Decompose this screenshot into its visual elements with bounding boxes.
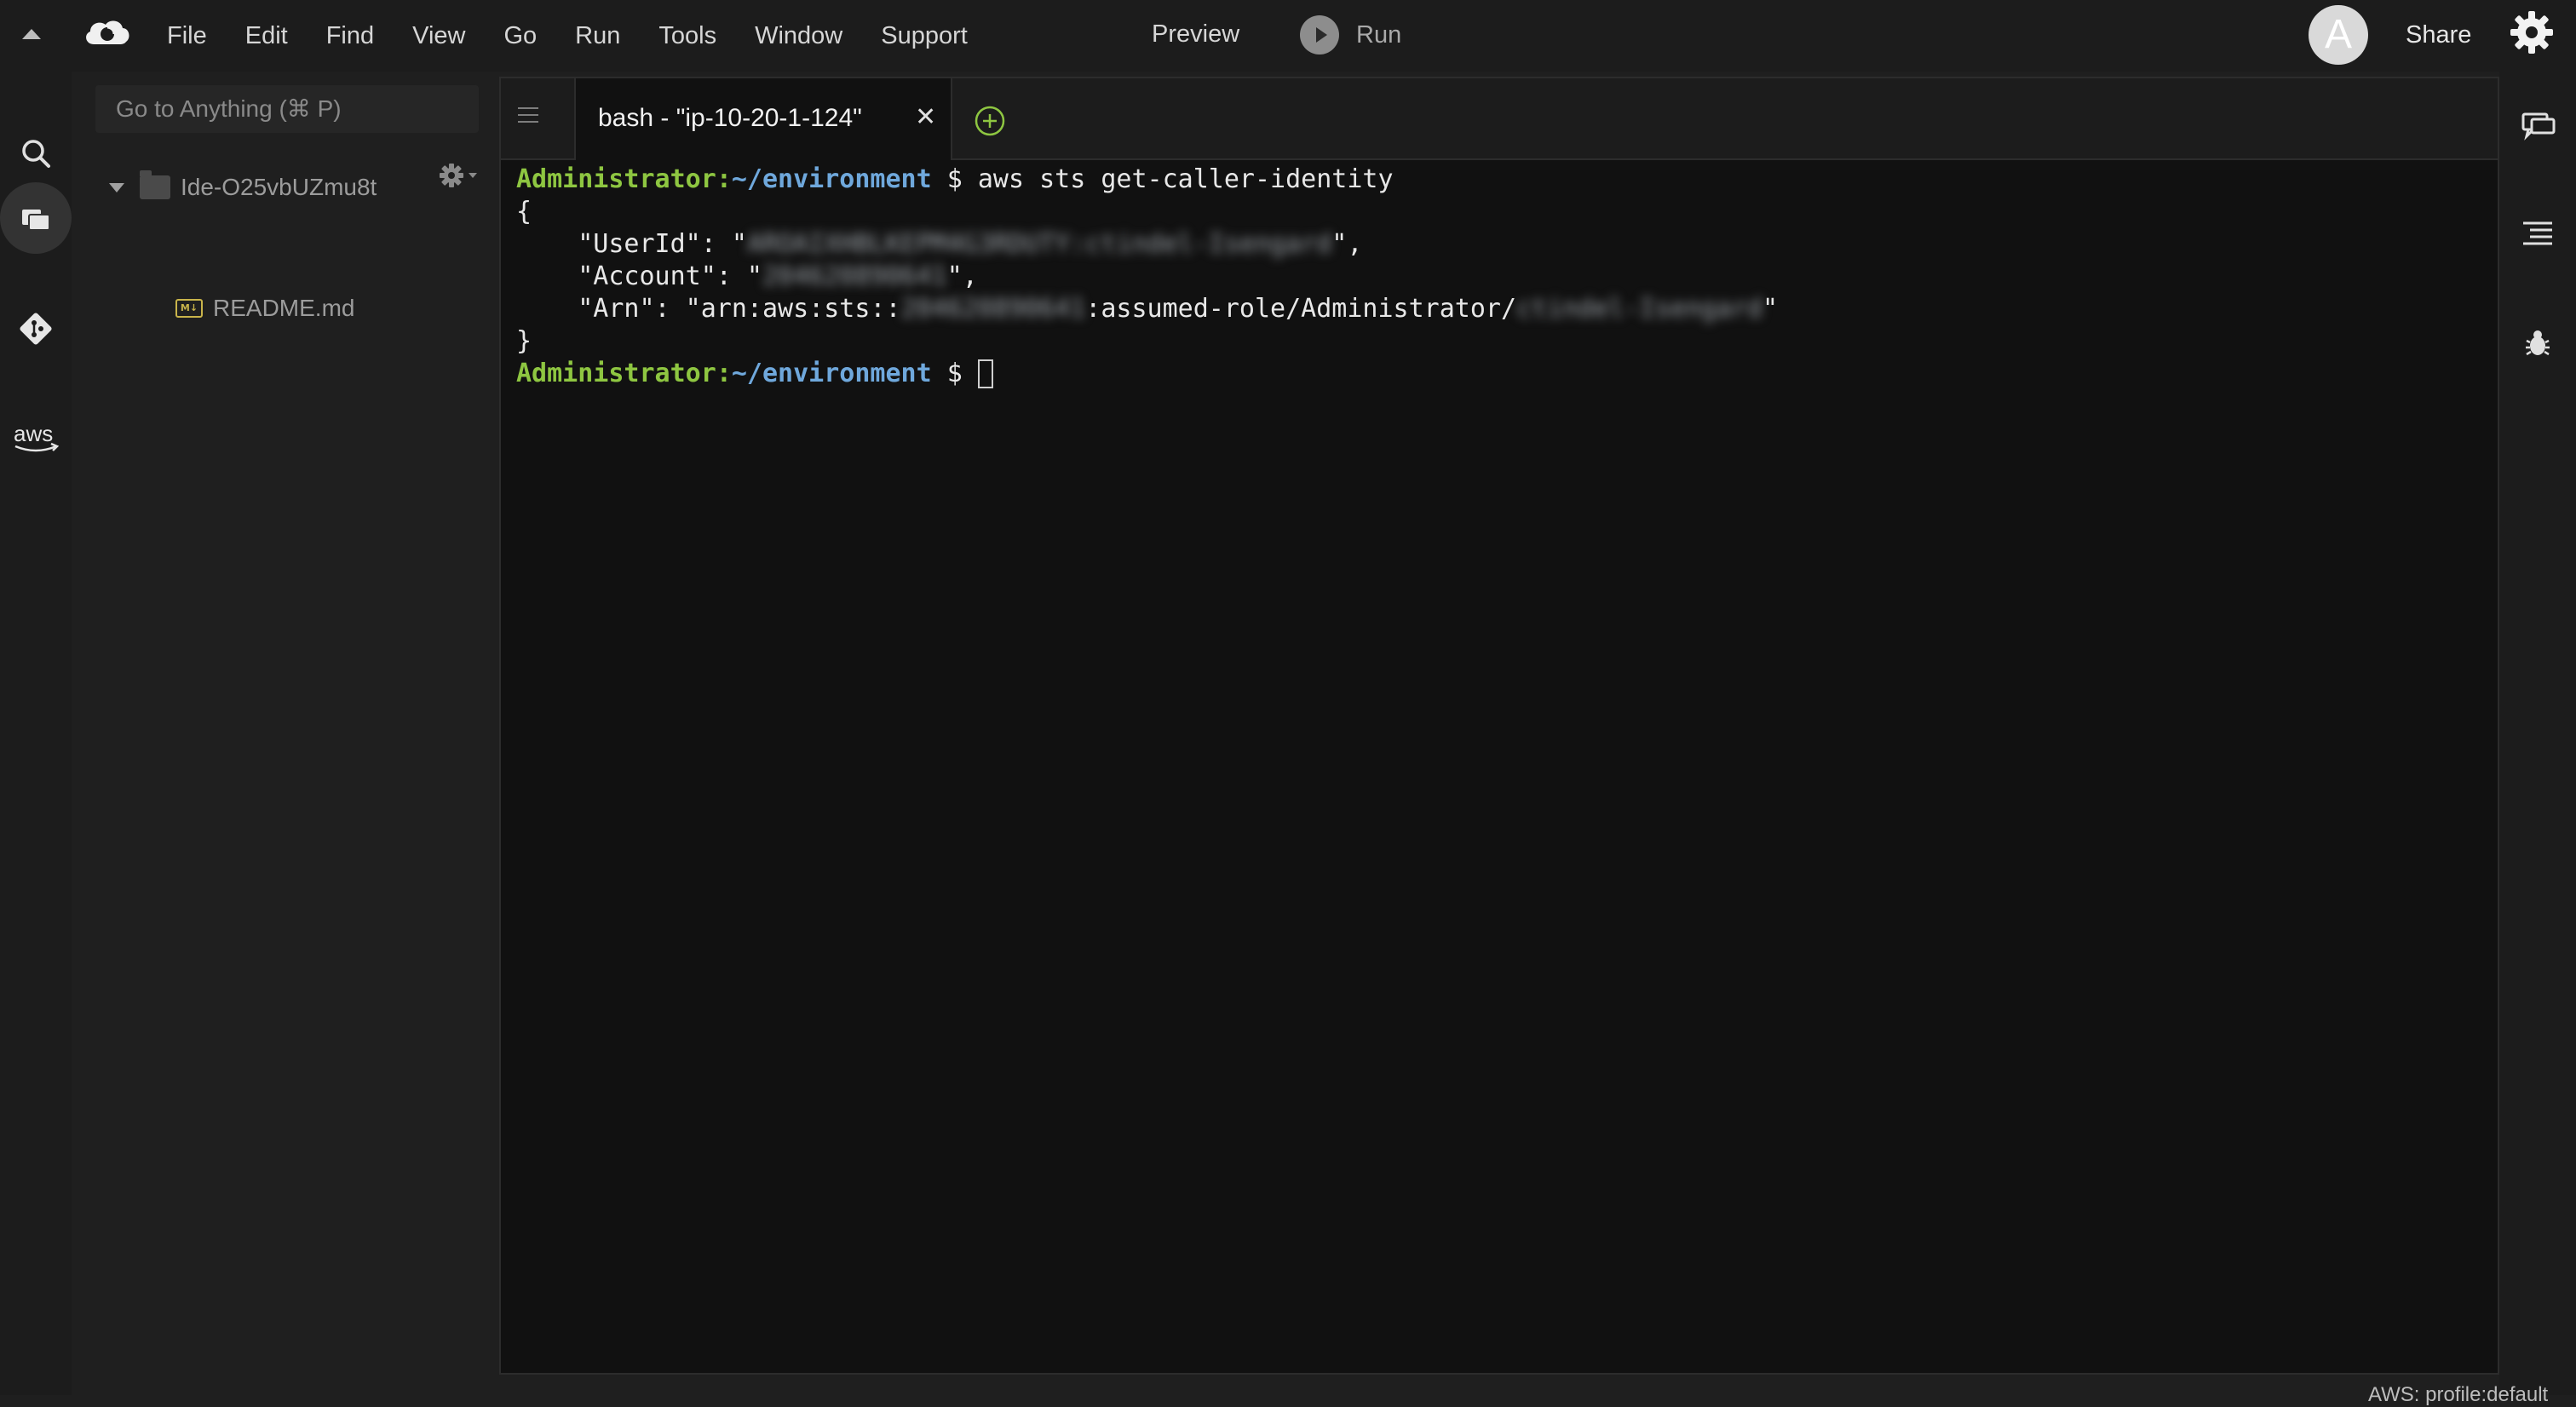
userid-end: ", [1331, 229, 1363, 259]
prompt-path: ~/environment [731, 164, 932, 194]
left-icon-strip: aws [0, 72, 72, 1395]
tree-settings-gear-icon[interactable] [438, 160, 479, 191]
json-close-brace: } [516, 326, 532, 356]
close-tab-icon[interactable]: ✕ [915, 102, 936, 132]
editor-panel: bash - "ip-10-20-1-124" ✕ Administrator:… [499, 77, 2499, 1375]
terminal-line-command: Administrator:~/environment $ aws sts ge… [516, 164, 2489, 196]
add-tab-icon[interactable] [973, 104, 1007, 138]
status-bar-profile[interactable]: AWS: profile:default [2368, 1383, 2548, 1407]
prompt-separator: : [716, 164, 732, 194]
terminal-cursor [977, 359, 993, 388]
prompt-user: Administrator [516, 359, 716, 388]
root-folder-name: Ide-O25vbUZmu8t [181, 174, 377, 200]
tab-label: bash - "ip-10-20-1-124" [598, 104, 862, 132]
go-to-anything-input[interactable]: Go to Anything (⌘ P) [95, 85, 479, 133]
file-name: README.md [213, 295, 355, 321]
svg-text:aws: aws [14, 421, 53, 446]
folder-icon [140, 170, 170, 199]
prompt-symbol: $ [946, 359, 963, 388]
aws-panel-button[interactable]: aws [0, 402, 72, 474]
terminal-command: aws sts get-caller-identity [977, 164, 1394, 194]
run-button[interactable]: Run [1300, 15, 1401, 55]
arn-key: "Arn": "arn:aws:sts:: [516, 294, 901, 324]
user-avatar[interactable]: A [2309, 5, 2368, 65]
share-button[interactable]: Share [2406, 21, 2471, 49]
prompt-user: Administrator [516, 164, 716, 194]
json-userid-line: "UserId": "AROAIXHBLKEPM4G3RDUTY:ctindel… [516, 228, 2489, 261]
prompt-path: ~/environment [731, 359, 932, 388]
chevron-down-icon[interactable] [109, 182, 124, 192]
menu-run[interactable]: Run [575, 22, 620, 50]
right-icon-strip [2499, 72, 2576, 1395]
tab-menu-icon[interactable] [518, 107, 538, 126]
json-arn-line: "Arn": "arn:aws:sts::204620890641:assume… [516, 293, 2489, 325]
account-end: ", [946, 261, 978, 291]
preview-button[interactable]: Preview [1152, 20, 1239, 49]
userid-key: "UserId": " [516, 229, 747, 259]
git-icon [20, 313, 52, 345]
tree-file-readme[interactable]: M↓ README.md [175, 295, 354, 322]
prompt-separator: : [716, 359, 732, 388]
source-control-button[interactable] [0, 293, 72, 365]
menu-edit[interactable]: Edit [245, 22, 288, 50]
debugger-icon[interactable] [2518, 324, 2557, 363]
userid-value-redacted: AROAIXHBLKEPM4G3RDUTY:ctindel-Isengard [746, 229, 1332, 259]
cloud9-logo-icon[interactable] [82, 15, 133, 53]
terminal-line-prompt: Administrator:~/environment $ [516, 358, 2489, 390]
tree-root-folder[interactable]: Ide-O25vbUZmu8t [109, 170, 382, 201]
menu-find[interactable]: Find [326, 22, 374, 50]
outline-icon[interactable] [2518, 215, 2557, 254]
menu-file[interactable]: File [167, 22, 207, 50]
menu-items: File Edit Find View Go Run Tools Window … [167, 0, 1006, 72]
arn-account-redacted: 204620890641 [900, 294, 1086, 324]
tab-bash-terminal[interactable]: bash - "ip-10-20-1-124" ✕ [574, 78, 952, 160]
json-open-brace: { [516, 197, 532, 227]
menu-window[interactable]: Window [755, 22, 842, 50]
run-button-label: Run [1356, 20, 1402, 49]
arn-session-redacted: ctindel-Isengard [1516, 294, 1763, 324]
chat-icon[interactable] [2518, 107, 2557, 146]
settings-gear-icon[interactable] [2508, 9, 2556, 56]
menu-go[interactable]: Go [503, 22, 537, 50]
menu-tools[interactable]: Tools [658, 22, 716, 50]
collapse-menu-icon[interactable] [22, 29, 41, 39]
arn-end: " [1762, 294, 1779, 324]
search-icon [22, 140, 50, 168]
search-panel-button[interactable] [0, 118, 72, 189]
file-tree-sidebar: Go to Anything (⌘ P) Ide-O25vbUZmu8t M↓ … [72, 72, 497, 1395]
aws-icon: aws [14, 421, 60, 452]
account-key: "Account": " [516, 261, 762, 291]
json-account-line: "Account": "204620890641", [516, 261, 2489, 293]
menu-view[interactable]: View [412, 22, 465, 50]
menu-bar: File Edit Find View Go Run Tools Window … [0, 0, 2576, 72]
play-icon [1300, 15, 1339, 55]
markdown-file-icon: M↓ [175, 299, 203, 318]
folders-icon [22, 210, 50, 231]
account-value-redacted: 204620890641 [762, 261, 947, 291]
arn-role: :assumed-role/Administrator/ [1085, 294, 1517, 324]
terminal-output[interactable]: Administrator:~/environment $ aws sts ge… [516, 164, 2489, 390]
environment-panel-button[interactable] [0, 182, 72, 254]
tab-bar: bash - "ip-10-20-1-124" ✕ [501, 78, 2498, 160]
menu-support[interactable]: Support [881, 22, 968, 50]
prompt-symbol: $ [946, 164, 963, 194]
